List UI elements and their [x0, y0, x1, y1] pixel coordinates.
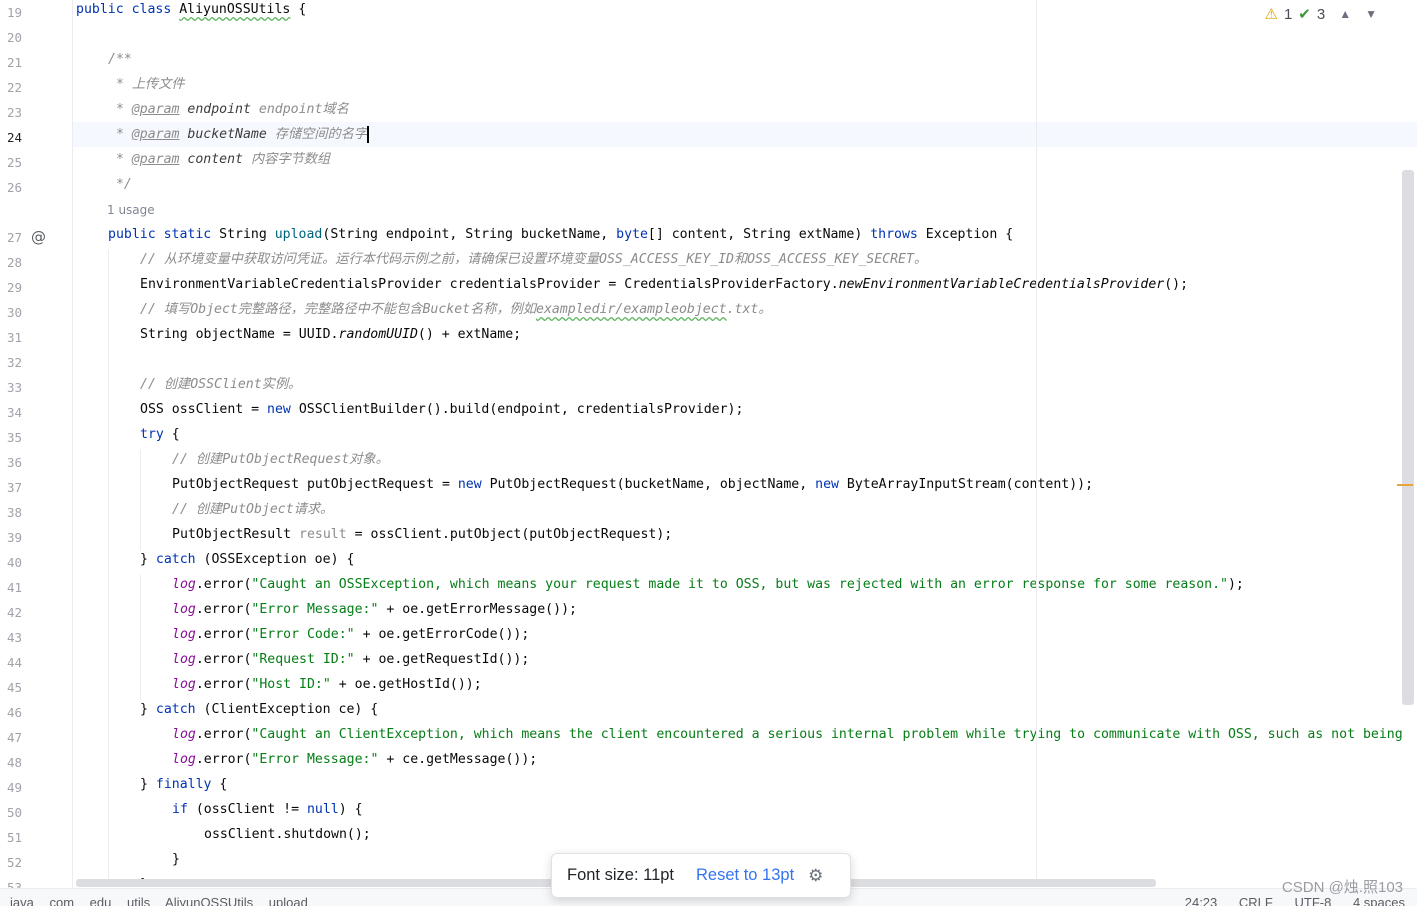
line-number: 44 — [6, 655, 22, 670]
code-line[interactable]: * 上传文件 — [73, 72, 1417, 97]
line-number: 31 — [6, 330, 22, 345]
inspections-widget[interactable]: ⚠ 1 ✔ 3 ▲ ▼ — [1265, 3, 1378, 25]
usages-hint[interactable]: 1 usage — [107, 198, 155, 223]
right-margin-guide — [1036, 0, 1037, 880]
breadcrumb-item[interactable]: edu — [90, 895, 112, 906]
breadcrumb-item[interactable]: AliyunOSSUtils — [165, 895, 253, 906]
line-number: 45 — [6, 680, 22, 695]
chevron-up-icon[interactable]: ▲ — [1339, 7, 1351, 21]
code-line[interactable]: if (ossClient != null) { — [73, 797, 1417, 822]
font-size-popup: Font size: 11pt Reset to 13pt ⚙ — [551, 853, 851, 898]
code-line[interactable]: // 创建PutObjectRequest对象。 — [73, 447, 1417, 472]
line-number: 47 — [6, 730, 22, 745]
line-number: 37 — [6, 480, 22, 495]
watermark: CSDN @烛.照103 — [1281, 879, 1403, 896]
override-icon[interactable]: @ — [29, 228, 48, 247]
code-line[interactable]: log.error("Error Code:" + oe.getErrorCod… — [73, 622, 1417, 647]
code-line[interactable]: log.error("Caught an ClientException, wh… — [73, 722, 1417, 747]
code-line[interactable]: * @param endpoint endpoint域名 — [73, 97, 1417, 122]
line-number: 52 — [6, 855, 22, 870]
breadcrumb-item[interactable]: upload — [269, 895, 308, 906]
line-number: 50 — [6, 805, 22, 820]
line-number: 43 — [6, 630, 22, 645]
code-line[interactable]: } catch (ClientException ce) { — [73, 697, 1417, 722]
line-number: 30 — [6, 305, 22, 320]
text-caret — [367, 125, 370, 143]
code-line[interactable]: public class AliyunOSSUtils { — [73, 0, 1417, 22]
code-line[interactable]: * @param content 内容字节数组 — [73, 147, 1417, 172]
breadcrumb-item[interactable]: java — [10, 895, 34, 906]
warning-count: 1 — [1283, 5, 1293, 23]
code-line[interactable]: EnvironmentVariableCredentialsProvider c… — [73, 272, 1417, 297]
code-line[interactable]: try { — [73, 422, 1417, 447]
code-line[interactable]: ossClient.shutdown(); — [73, 822, 1417, 847]
line-number: 22 — [6, 80, 22, 95]
line-number: 41 — [6, 580, 22, 595]
line-number: 28 — [6, 255, 22, 270]
line-number: 35 — [6, 430, 22, 445]
code-line[interactable]: OSS ossClient = new OSSClientBuilder().b… — [73, 397, 1417, 422]
warning-icon: ⚠ — [1264, 6, 1278, 23]
reset-font-size-link[interactable]: Reset to 13pt — [696, 866, 794, 885]
line-number: 33 — [6, 380, 22, 395]
code-line[interactable]: log.error("Error Message:" + ce.getMessa… — [73, 747, 1417, 772]
code-line[interactable]: // 填写Object完整路径，完整路径中不能包含Bucket名称，例如exam… — [73, 297, 1417, 322]
line-number: 19 — [6, 5, 22, 20]
vertical-scrollbar[interactable] — [1402, 170, 1414, 705]
breadcrumb-item[interactable]: utils — [127, 895, 150, 906]
code-line[interactable]: /** — [73, 47, 1417, 72]
line-number: 48 — [6, 755, 22, 770]
code-editor[interactable]: public class AliyunOSSUtils { /** * 上传文件… — [73, 0, 1417, 880]
breadcrumb: java com edu utils AliyunOSSUtils upload — [10, 895, 320, 906]
code-line[interactable]: log.error("Caught an OSSException, which… — [73, 572, 1417, 597]
line-number: 32 — [6, 355, 22, 370]
code-line-current[interactable]: * @param bucketName 存储空间的名字 — [73, 122, 1417, 147]
line-number: 23 — [6, 105, 22, 120]
line-number: 34 — [6, 405, 22, 420]
code-line[interactable]: log.error("Error Message:" + oe.getError… — [73, 597, 1417, 622]
warning-stripe-marker[interactable] — [1397, 484, 1413, 486]
line-number-current: 24 — [6, 130, 22, 145]
breadcrumb-item[interactable]: com — [49, 895, 74, 906]
code-line[interactable]: // 从环境变量中获取访问凭证。运行本代码示例之前，请确保已设置环境变量OSS_… — [73, 247, 1417, 272]
line-number: 21 — [6, 55, 22, 70]
line-number: 39 — [6, 530, 22, 545]
ok-count: 3 — [1316, 5, 1326, 23]
caret-position[interactable]: 24:23 — [1185, 895, 1218, 906]
check-icon: ✔ — [1298, 6, 1311, 23]
code-line[interactable]: } catch (OSSException oe) { — [73, 547, 1417, 572]
gear-icon[interactable]: ⚙ — [808, 866, 823, 886]
chevron-down-icon[interactable]: ▼ — [1365, 7, 1377, 21]
code-line[interactable]: String objectName = UUID.randomUUID() + … — [73, 322, 1417, 347]
line-number: 42 — [6, 605, 22, 620]
line-number: 36 — [6, 455, 22, 470]
code-line[interactable]: PutObjectRequest putObjectRequest = new … — [73, 472, 1417, 497]
line-number: 29 — [6, 280, 22, 295]
code-line[interactable]: } finally { — [73, 772, 1417, 797]
line-number: 49 — [6, 780, 22, 795]
line-number: 40 — [6, 555, 22, 570]
line-number: 46 — [6, 705, 22, 720]
code-line[interactable]: */ — [73, 172, 1417, 197]
code-line[interactable]: // 创建OSSClient实例。 — [73, 372, 1417, 397]
font-size-label: Font size: 11pt — [567, 866, 675, 884]
line-number: 27 — [6, 230, 22, 245]
line-number-gutter: 19 20 21 22 23 24 25 26 27 @ 28 29 30 31… — [0, 0, 73, 905]
line-number: 25 — [6, 155, 22, 170]
line-separator[interactable]: CRLF — [1239, 895, 1273, 906]
line-number: 26 — [6, 180, 22, 195]
line-number: 51 — [6, 830, 22, 845]
line-number: 20 — [6, 30, 22, 45]
line-number: 38 — [6, 505, 22, 520]
code-line[interactable]: log.error("Host ID:" + oe.getHostId()); — [73, 672, 1417, 697]
code-line[interactable]: // 创建PutObject请求。 — [73, 497, 1417, 522]
code-line[interactable]: PutObjectResult result = ossClient.putOb… — [73, 522, 1417, 547]
code-line[interactable]: log.error("Request ID:" + oe.getRequestI… — [73, 647, 1417, 672]
code-line[interactable]: public static String upload(String endpo… — [73, 222, 1417, 247]
